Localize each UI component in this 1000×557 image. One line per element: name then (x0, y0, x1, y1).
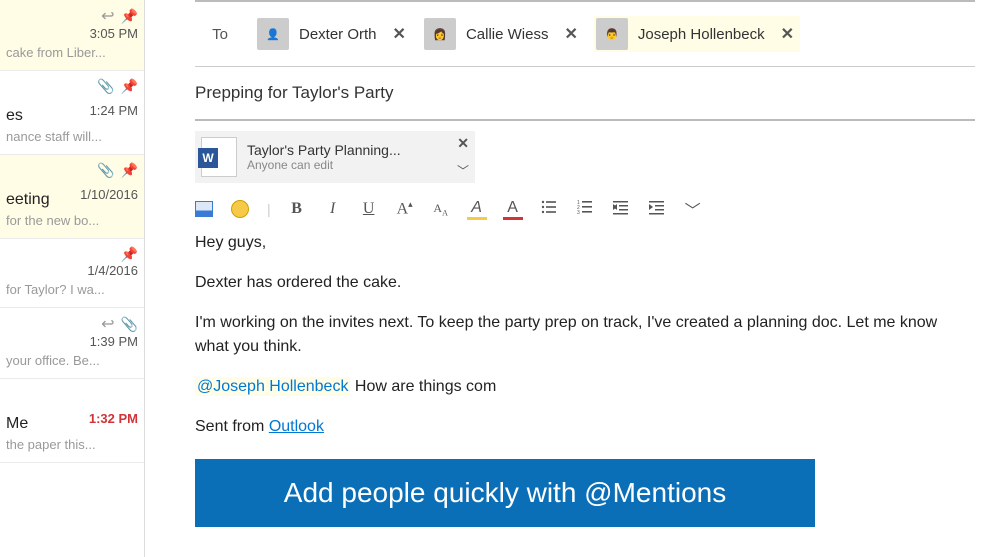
message-time: 1:32 PM (89, 411, 138, 426)
message-preview: cake from Liber... (6, 45, 138, 60)
numbering-button[interactable]: 123 (575, 199, 595, 220)
message-preview: for Taylor? I wa... (6, 282, 138, 297)
message-body[interactable]: Hey guys, Dexter has ordered the cake. I… (195, 231, 975, 439)
avatar: 👤 (257, 18, 289, 50)
remove-recipient-icon[interactable]: ✕ (564, 24, 577, 44)
body-paragraph: @Joseph Hollenbeck How are things com (195, 375, 975, 399)
outdent-button[interactable] (611, 199, 631, 220)
remove-attachment-icon[interactable]: ✕ (457, 135, 469, 152)
message-time: 1/10/2016 (80, 187, 138, 202)
word-doc-icon: W (201, 137, 237, 177)
insert-image-button[interactable] (195, 201, 215, 217)
attachment-icon: 📎 (97, 78, 114, 95)
reply-icon: ↩ (101, 314, 114, 334)
reply-icon: ↩ (101, 6, 114, 26)
remove-recipient-icon[interactable]: ✕ (393, 24, 406, 44)
recipient-chip[interactable]: 👨 Joseph Hollenbeck ✕ (594, 16, 800, 52)
attachment-permissions: Anyone can edit (247, 158, 401, 172)
message-preview: nance staff will... (6, 129, 138, 144)
body-text: How are things com (350, 378, 496, 395)
attachment-name: Taylor's Party Planning... (247, 142, 401, 158)
svg-text:3: 3 (577, 210, 580, 215)
recipient-name: Dexter Orth (299, 26, 377, 43)
pin-icon: 📌 (121, 78, 138, 95)
message-time: 1/4/2016 (87, 263, 138, 278)
body-paragraph: Hey guys, (195, 231, 975, 255)
pin-icon: 📌 (121, 246, 138, 263)
avatar: 👨 (596, 18, 628, 50)
message-title: Me (6, 415, 28, 433)
italic-button[interactable]: I (323, 200, 343, 218)
recipient-name: Callie Wiess (466, 26, 549, 43)
message-item[interactable]: 📌 1/4/2016 for Taylor? I wa... (0, 239, 144, 308)
message-title: es (6, 107, 23, 125)
attachment-card[interactable]: W Taylor's Party Planning... Anyone can … (195, 131, 475, 183)
indent-button[interactable] (647, 199, 667, 220)
attachment-options-icon[interactable]: ﹀ (457, 162, 469, 179)
recipient-name: Joseph Hollenbeck (638, 26, 765, 43)
mentions-banner: Add people quickly with @Mentions (195, 459, 815, 527)
underline-button[interactable]: U (359, 200, 379, 218)
insert-emoji-button[interactable] (231, 200, 251, 218)
recipient-chip[interactable]: 👤 Dexter Orth ✕ (255, 16, 412, 52)
message-item[interactable]: 📎 📌 es 1:24 PM nance staff will... (0, 71, 144, 155)
message-preview: your office. Be... (6, 353, 138, 368)
font-shrink-button[interactable]: AA (431, 201, 451, 217)
outlook-link[interactable]: Outlook (269, 418, 324, 435)
message-item[interactable]: ↩ 📌 3:05 PM cake from Liber... (0, 0, 144, 71)
font-color-button[interactable]: A (503, 199, 523, 220)
pin-icon: 📌 (121, 8, 138, 25)
pin-icon: 📌 (121, 162, 138, 179)
message-item[interactable]: 📎 📌 eeting 1/10/2016 for the new bo... (0, 155, 144, 239)
message-preview: the paper this... (6, 437, 138, 452)
recipient-chip[interactable]: 👩 Callie Wiess ✕ (422, 16, 584, 52)
highlight-button[interactable]: A (467, 199, 487, 220)
message-item[interactable]: Me 1:32 PM the paper this... (0, 379, 144, 463)
avatar: 👩 (424, 18, 456, 50)
format-toolbar: | B I U A▴ AA A A 123 ﹀ (195, 183, 975, 231)
message-time: 1:39 PM (90, 334, 138, 349)
compose-pane: To 👤 Dexter Orth ✕ 👩 Callie Wiess ✕ 👨 Jo… (145, 0, 1000, 557)
font-grow-button[interactable]: A▴ (395, 199, 415, 218)
signature: Sent from Outlook (195, 415, 975, 439)
message-preview: for the new bo... (6, 213, 138, 228)
mention-link[interactable]: @Joseph Hollenbeck (195, 377, 350, 396)
to-field-row: To 👤 Dexter Orth ✕ 👩 Callie Wiess ✕ 👨 Jo… (195, 0, 975, 67)
bold-button[interactable]: B (287, 200, 307, 218)
separator: | (267, 201, 271, 217)
message-time: 3:05 PM (90, 26, 138, 41)
body-paragraph: I'm working on the invites next. To keep… (195, 311, 975, 359)
attachment-icon: 📎 (97, 162, 114, 179)
message-list: ↩ 📌 3:05 PM cake from Liber... 📎 📌 es 1:2… (0, 0, 145, 557)
to-label[interactable]: To (195, 26, 245, 43)
message-item[interactable]: ↩ 📎 1:39 PM your office. Be... (0, 308, 144, 379)
remove-recipient-icon[interactable]: ✕ (781, 24, 794, 44)
bullets-button[interactable] (539, 199, 559, 220)
body-paragraph: Dexter has ordered the cake. (195, 271, 975, 295)
more-format-button[interactable]: ﹀ (683, 197, 703, 221)
message-time: 1:24 PM (90, 103, 138, 118)
attachment-icon: 📎 (121, 316, 138, 333)
message-title: eeting (6, 191, 50, 209)
subject-field[interactable]: Prepping for Taylor's Party (195, 67, 975, 121)
